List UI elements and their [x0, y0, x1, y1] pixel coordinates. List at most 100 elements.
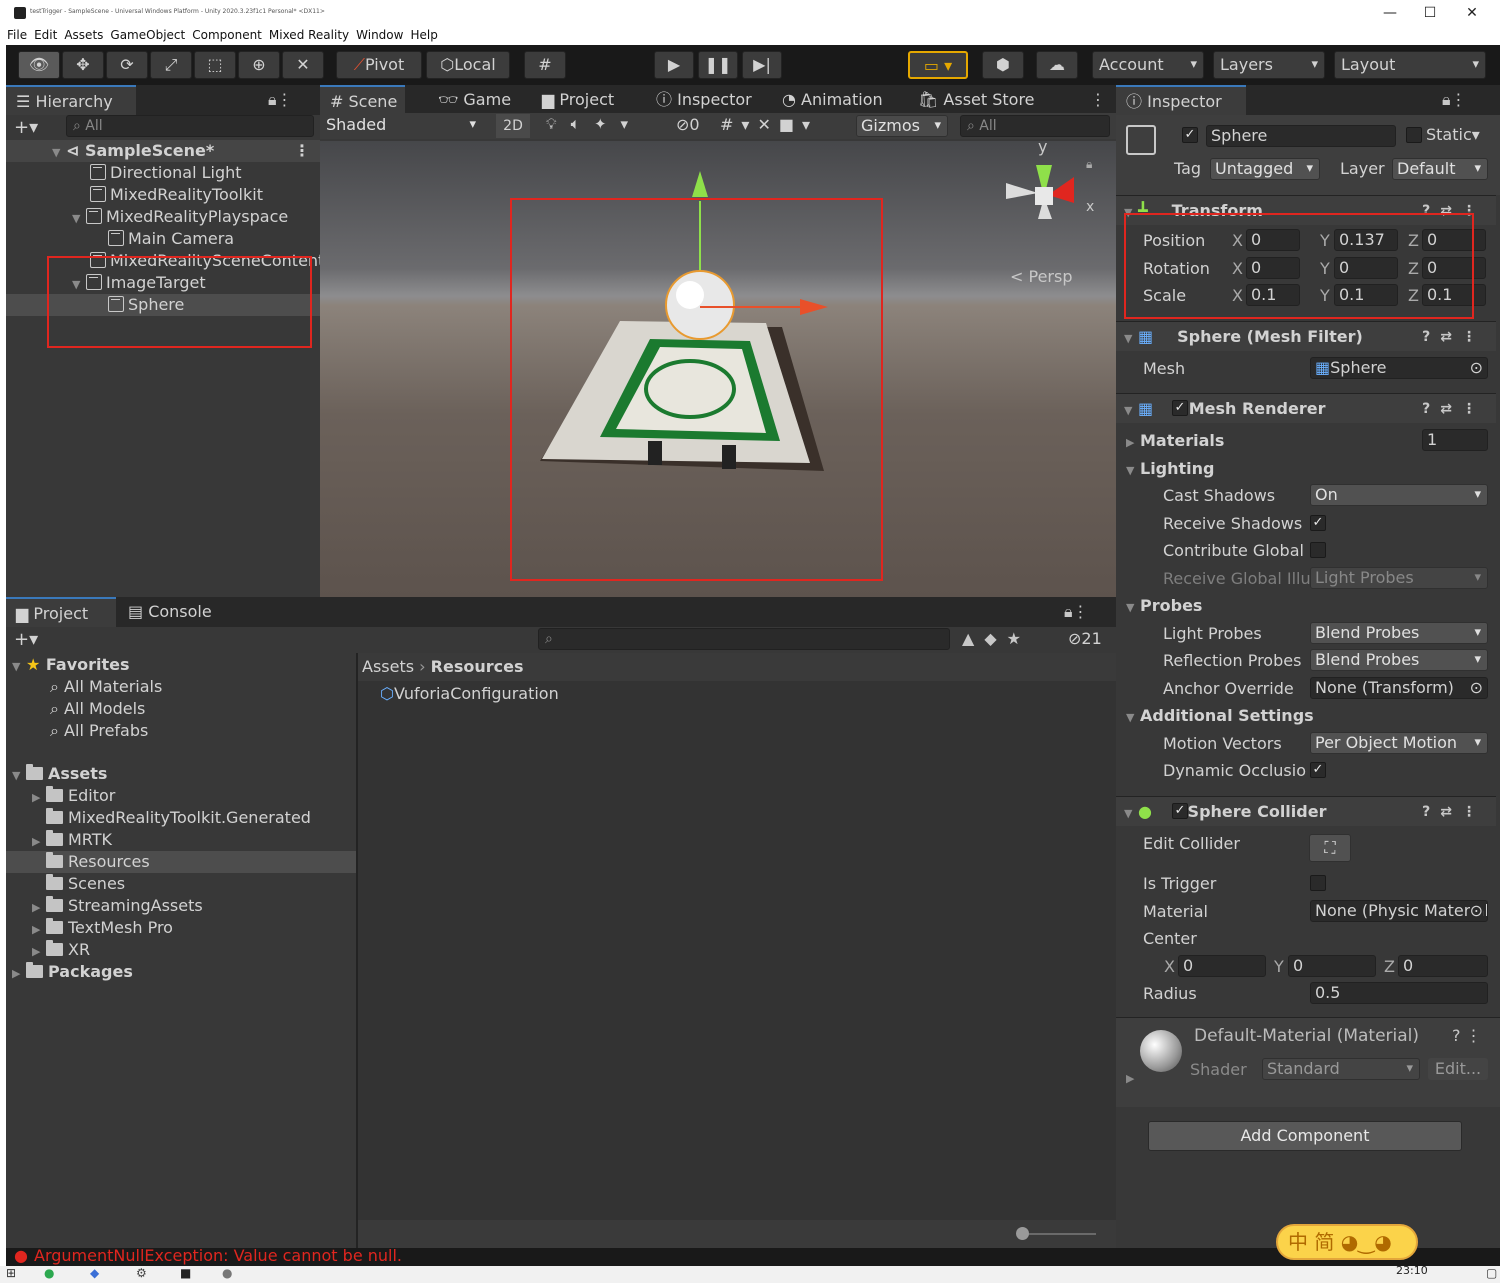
- gizmos-dropdown[interactable]: Gizmos: [856, 115, 948, 137]
- shader-edit-button[interactable]: Edit...: [1428, 1058, 1488, 1080]
- enabled-checkbox[interactable]: ✓: [1172, 803, 1188, 819]
- fx-icon[interactable]: ✦▾: [594, 115, 642, 133]
- favorites-header[interactable]: ▼ ★ Favorites: [12, 654, 130, 676]
- component-header-icons[interactable]: ? ⋮: [1452, 1026, 1482, 1045]
- folder-item[interactable]: Scenes: [46, 873, 125, 895]
- unity-taskbar-icon[interactable]: ■: [180, 1266, 191, 1280]
- camera-icon[interactable]: ■▾: [779, 115, 818, 134]
- wechat-icon[interactable]: ●: [44, 1266, 54, 1280]
- menu-item[interactable]: Edit: [34, 28, 57, 42]
- start-icon[interactable]: ⊞: [6, 1266, 16, 1280]
- tab-inspector[interactable]: ⓘ Inspector: [1116, 85, 1246, 115]
- folder-item-selected[interactable]: Resources: [6, 851, 356, 873]
- center-x[interactable]: 0: [1178, 955, 1266, 977]
- close-icon[interactable]: ✕: [1457, 4, 1487, 22]
- menu-item[interactable]: Window: [356, 28, 403, 42]
- folder-item[interactable]: MixedRealityToolkit.Generated: [46, 807, 311, 829]
- hierarchy-item[interactable]: Directional Light: [90, 162, 242, 184]
- motion-vectors-dropdown[interactable]: Per Object Motion: [1310, 732, 1488, 754]
- move-tool-icon[interactable]: ✥: [62, 51, 104, 79]
- tab-console[interactable]: ▤ Console: [118, 597, 228, 627]
- favorite-item[interactable]: ⌕ All Prefabs: [50, 720, 148, 742]
- layer-dropdown[interactable]: Default: [1392, 158, 1488, 180]
- hidden-packages-toggle[interactable]: ⊘21: [1068, 629, 1102, 648]
- cloud-icon[interactable]: ☁: [1036, 51, 1078, 79]
- radius-field[interactable]: 0.5: [1310, 982, 1488, 1004]
- hierarchy-search[interactable]: ⌕ All: [66, 115, 314, 137]
- shader-dropdown[interactable]: Standard: [1262, 1058, 1420, 1080]
- additional-settings-row[interactable]: ▼ Additional Settings: [1116, 702, 1496, 729]
- sphere-collider-header[interactable]: ▼ ● ✓ Sphere Collider ?⇄⋮: [1116, 796, 1496, 826]
- tools-icon[interactable]: ✕: [757, 115, 778, 134]
- breadcrumb-assets[interactable]: Assets: [362, 657, 414, 676]
- hidden-objects-toggle[interactable]: ⊘0: [676, 115, 700, 134]
- 2d-toggle[interactable]: 2D: [496, 114, 530, 138]
- lock-icon[interactable]: 🔒︎⋮: [268, 90, 293, 110]
- shading-dropdown[interactable]: Shaded: [322, 115, 482, 137]
- edit-collider-button[interactable]: ⛶: [1309, 834, 1351, 862]
- lock-icon[interactable]: 🔒︎⋮: [1064, 602, 1089, 622]
- clock[interactable]: 23:10: [1396, 1266, 1428, 1277]
- object-picker-icon[interactable]: ⊙: [1469, 901, 1483, 921]
- scale-tool-icon[interactable]: ⤢: [150, 51, 192, 79]
- folder-item[interactable]: ▶ StreamingAssets: [32, 895, 203, 917]
- project-search[interactable]: ⌕: [538, 628, 950, 650]
- center-z[interactable]: 0: [1398, 955, 1488, 977]
- folder-item[interactable]: ▶ TextMesh Pro: [32, 917, 173, 939]
- maximize-icon[interactable]: ☐: [1415, 4, 1445, 22]
- folder-item[interactable]: ▶ XR: [32, 939, 90, 961]
- mesh-field[interactable]: ▦Sphere ⊙: [1310, 357, 1488, 379]
- local-toggle[interactable]: ⬡Local: [426, 51, 510, 79]
- add-icon[interactable]: +▾: [14, 117, 38, 138]
- mesh-renderer-header[interactable]: ▼ ▦ ✓ Mesh Renderer ?⇄⋮: [1116, 393, 1496, 423]
- more-icon[interactable]: ⋮: [1090, 90, 1106, 109]
- static-checkbox[interactable]: [1406, 127, 1422, 143]
- enabled-checkbox[interactable]: ✓: [1172, 400, 1188, 416]
- menu-item[interactable]: Help: [410, 28, 437, 42]
- folder-item[interactable]: ▶ Editor: [32, 785, 115, 807]
- error-message[interactable]: ArgumentNullException: Value cannot be n…: [34, 1248, 402, 1265]
- menu-item[interactable]: File: [7, 28, 27, 42]
- zoom-slider-thumb[interactable]: [1016, 1227, 1029, 1240]
- component-header-icons[interactable]: ?⇄⋮: [1422, 322, 1486, 352]
- packages-header[interactable]: ▶ Packages: [12, 961, 133, 983]
- hierarchy-item[interactable]: Main Camera: [108, 228, 234, 250]
- status-bar[interactable]: ● ArgumentNullException: Value cannot be…: [6, 1248, 1500, 1266]
- ime-indicator[interactable]: 中 简 ◕‿◕: [1276, 1224, 1418, 1260]
- play-icon[interactable]: ▶: [654, 51, 694, 79]
- grid-snap-icon[interactable]: #: [524, 51, 566, 79]
- avatar[interactable]: ●: [222, 1266, 232, 1280]
- tab-project[interactable]: ▆ Project: [6, 597, 116, 627]
- layout-dropdown[interactable]: Layout: [1334, 51, 1486, 79]
- audio-icon[interactable]: 🔈︎: [571, 115, 594, 133]
- asset-file[interactable]: ⬡VuforiaConfiguration: [380, 683, 559, 705]
- object-picker-icon[interactable]: ⊙: [1470, 358, 1483, 378]
- notification-icon[interactable]: ▢: [1486, 1266, 1497, 1280]
- scene-row[interactable]: ▼ ⊲ SampleScene* ⋮: [6, 140, 320, 162]
- rotate-tool-icon[interactable]: ⟳: [106, 51, 148, 79]
- filter-type-icon[interactable]: ▲: [962, 629, 984, 648]
- dynamic-occlusion-checkbox[interactable]: ✓: [1310, 762, 1326, 778]
- hierarchy-item[interactable]: MixedRealityToolkit: [90, 184, 263, 206]
- minimize-icon[interactable]: —: [1375, 4, 1405, 22]
- menu-item[interactable]: Assets: [64, 28, 103, 42]
- lock-icon[interactable]: 🔒︎⋮: [1442, 90, 1467, 110]
- tab-hierarchy[interactable]: ☰ Hierarchy: [6, 85, 136, 115]
- pause-icon[interactable]: ❚❚: [698, 51, 738, 79]
- add-component-button[interactable]: Add Component: [1148, 1121, 1462, 1151]
- services-icon[interactable]: ⬢: [982, 51, 1024, 79]
- menu-item[interactable]: GameObject: [110, 28, 185, 42]
- static-dropdown[interactable]: Static▾: [1426, 125, 1480, 144]
- scene-menu-icon[interactable]: ⋮: [294, 140, 310, 162]
- anchor-override-field[interactable]: None (Transform) ⊙: [1310, 677, 1488, 699]
- light-icon[interactable]: 💡︎: [546, 115, 571, 133]
- cast-shadows-dropdown[interactable]: On: [1310, 484, 1488, 506]
- perspective-label[interactable]: < Persp: [1010, 267, 1072, 286]
- materials-count[interactable]: 1: [1422, 429, 1488, 451]
- step-icon[interactable]: ▶|: [742, 51, 782, 79]
- mesh-filter-header[interactable]: ▼ ▦ Sphere (Mesh Filter) ?⇄⋮: [1116, 321, 1496, 351]
- layers-dropdown[interactable]: Layers: [1213, 51, 1325, 79]
- scene-search[interactable]: ⌕ All: [960, 115, 1110, 137]
- star-icon[interactable]: ★: [1007, 629, 1031, 648]
- collab-icon[interactable]: ▭ ▾: [908, 51, 968, 79]
